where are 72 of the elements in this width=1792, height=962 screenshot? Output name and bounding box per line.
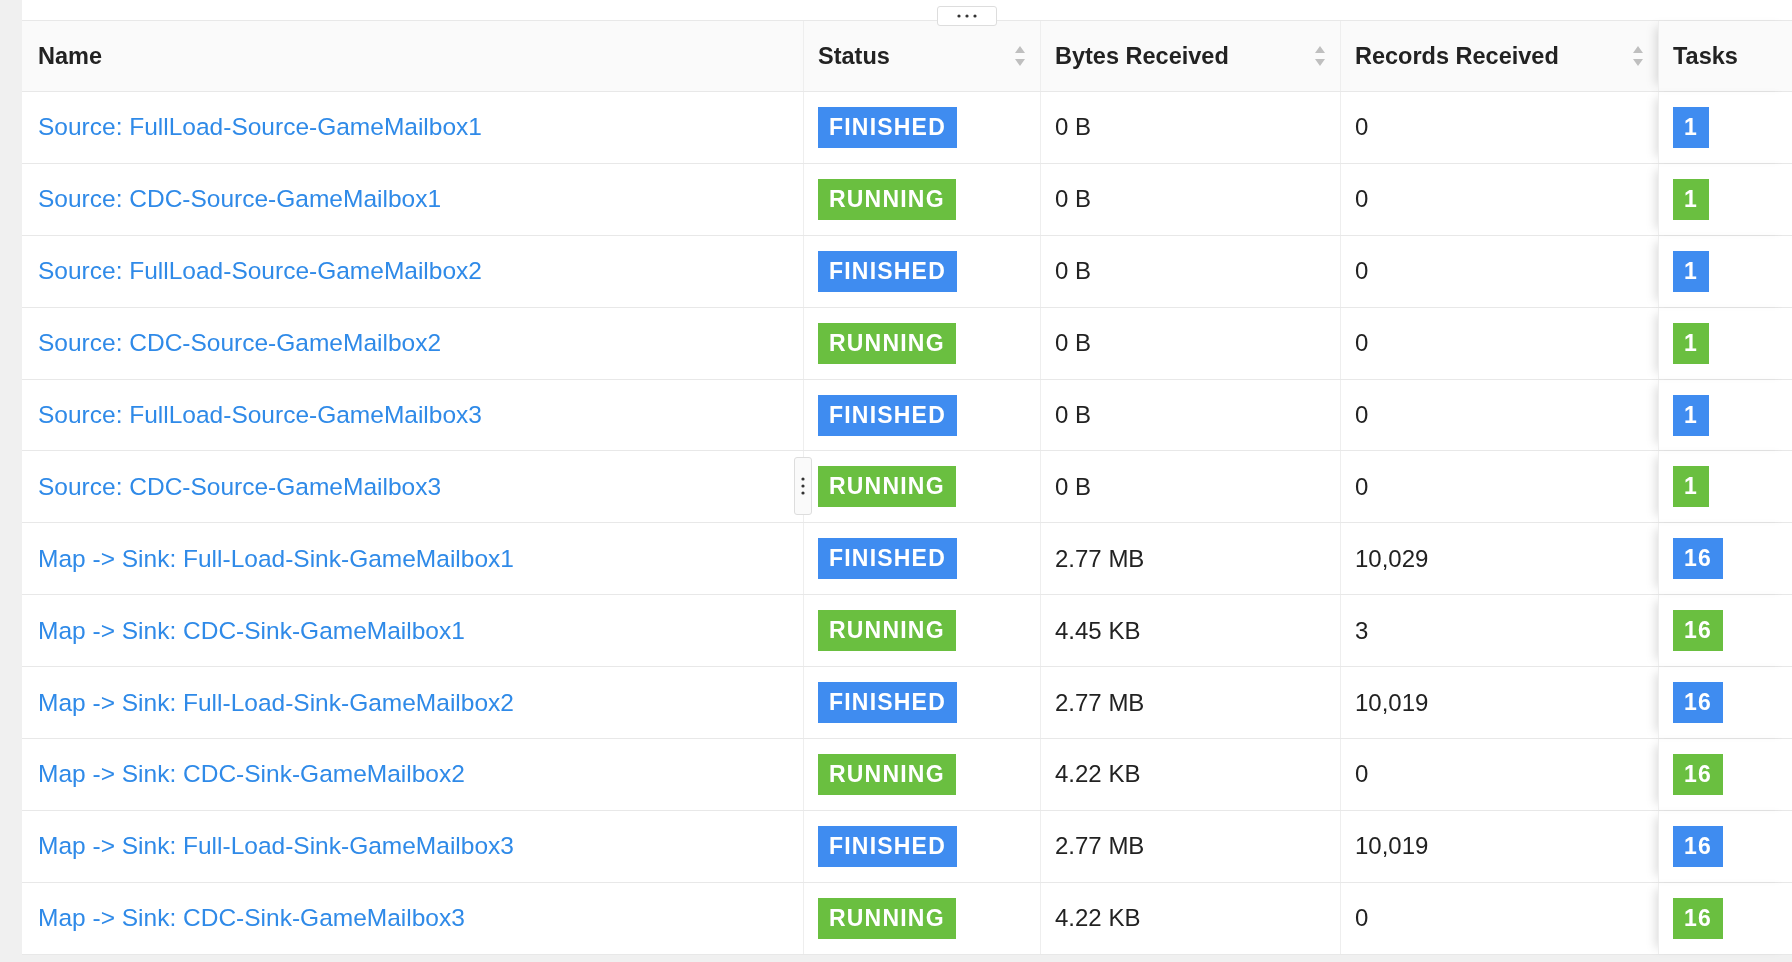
- sort-icon[interactable]: [1314, 45, 1326, 67]
- records-cell: 10,019: [1355, 688, 1429, 717]
- task-count-badge: 1: [1673, 466, 1709, 508]
- vertex-name-link[interactable]: Source: CDC-Source-GameMailbox1: [38, 185, 442, 214]
- vertex-name-link[interactable]: Map -> Sink: Full-Load-Sink-GameMailbox2: [38, 688, 514, 717]
- status-badge: FINISHED: [818, 250, 957, 292]
- bytes-cell: 2.77 MB: [1055, 688, 1145, 717]
- column-header: Bytes Received: [1055, 42, 1229, 70]
- bytes-cell: 4.45 KB: [1055, 616, 1141, 645]
- records-cell: 0: [1355, 904, 1369, 933]
- status-badge: FINISHED: [818, 394, 957, 436]
- records-cell: 0: [1355, 760, 1369, 789]
- vertex-name-link[interactable]: Map -> Sink: CDC-Sink-GameMailbox2: [38, 760, 465, 789]
- bytes-cell: 0 B: [1055, 185, 1092, 214]
- vertex-name-link[interactable]: Source: CDC-Source-GameMailbox2: [38, 329, 442, 358]
- vertex-name-link[interactable]: Map -> Sink: Full-Load-Sink-GameMailbox3: [38, 832, 514, 861]
- more-handle[interactable]: [937, 6, 997, 26]
- task-count-badge: 16: [1673, 538, 1723, 580]
- vertical-dots-icon: [801, 476, 805, 497]
- column-header: Name: [38, 42, 102, 70]
- resize-handle[interactable]: [794, 457, 812, 516]
- records-cell: 3: [1355, 616, 1369, 645]
- vertex-name-link[interactable]: Map -> Sink: CDC-Sink-GameMailbox3: [38, 904, 465, 933]
- task-count-badge: 1: [1673, 106, 1709, 148]
- task-count-badge: 16: [1673, 825, 1723, 867]
- status-badge: FINISHED: [818, 682, 957, 724]
- bytes-cell: 4.22 KB: [1055, 904, 1141, 933]
- task-count-badge: 16: [1673, 610, 1723, 652]
- task-count-badge: 1: [1673, 250, 1709, 292]
- status-badge: RUNNING: [818, 466, 956, 508]
- task-count-badge: 16: [1673, 753, 1723, 795]
- vertex-name-link[interactable]: Source: FullLoad-Source-GameMailbox2: [38, 257, 482, 286]
- bytes-cell: 4.22 KB: [1055, 760, 1141, 789]
- bytes-cell: 2.77 MB: [1055, 544, 1145, 573]
- records-cell: 0: [1355, 329, 1369, 358]
- task-count-badge: 1: [1673, 322, 1709, 364]
- vertex-name-link[interactable]: Source: FullLoad-Source-GameMailbox1: [38, 113, 482, 142]
- bytes-cell: 0 B: [1055, 329, 1092, 358]
- vertex-name-link[interactable]: Source: FullLoad-Source-GameMailbox3: [38, 401, 482, 429]
- sort-icon[interactable]: [1014, 45, 1026, 67]
- status-badge: RUNNING: [818, 753, 956, 795]
- bytes-cell: 2.77 MB: [1055, 832, 1145, 861]
- records-cell: 10,029: [1355, 544, 1429, 573]
- status-badge: RUNNING: [818, 322, 956, 364]
- bytes-cell: 0 B: [1055, 257, 1092, 286]
- column-header: Records Received: [1355, 42, 1559, 70]
- records-cell: 0: [1355, 472, 1369, 501]
- records-cell: 0: [1355, 185, 1369, 214]
- column-header: Tasks: [1673, 42, 1738, 70]
- status-badge: RUNNING: [818, 610, 956, 652]
- vertex-name-link[interactable]: Map -> Sink: CDC-Sink-GameMailbox1: [38, 616, 465, 645]
- bytes-cell: 0 B: [1055, 401, 1092, 429]
- column-header: Status: [818, 42, 890, 70]
- bytes-cell: 0 B: [1055, 472, 1092, 501]
- status-badge: FINISHED: [818, 538, 957, 580]
- task-count-badge: 1: [1673, 394, 1709, 436]
- task-count-badge: 16: [1673, 897, 1723, 939]
- records-cell: 0: [1355, 401, 1369, 429]
- records-cell: 0: [1355, 257, 1369, 286]
- status-badge: RUNNING: [818, 897, 956, 939]
- task-count-badge: 1: [1673, 178, 1709, 220]
- status-badge: FINISHED: [818, 825, 957, 867]
- vertex-name-link[interactable]: Source: CDC-Source-GameMailbox3: [38, 472, 442, 501]
- status-badge: FINISHED: [818, 106, 957, 148]
- more-icon: [956, 14, 978, 18]
- vertex-name-link[interactable]: Map -> Sink: Full-Load-Sink-GameMailbox1: [38, 544, 514, 573]
- task-count-badge: 16: [1673, 682, 1723, 724]
- status-badge: RUNNING: [818, 178, 956, 220]
- bytes-cell: 0 B: [1055, 113, 1092, 142]
- sort-icon[interactable]: [1632, 45, 1644, 67]
- records-cell: 10,019: [1355, 832, 1429, 861]
- records-cell: 0: [1355, 113, 1369, 142]
